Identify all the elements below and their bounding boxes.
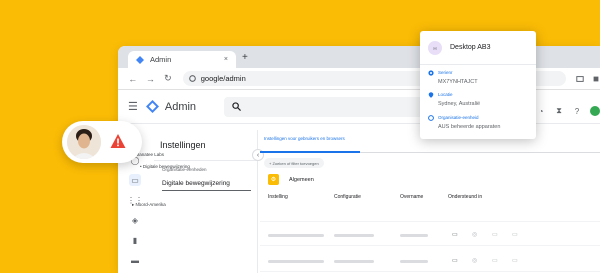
site-info-icon [188,75,196,82]
chrome-icon: ◎ [472,258,478,264]
selected-org-unit[interactable]: Digitale bewegwijzering [162,180,251,191]
user-alert-pill [62,121,142,163]
notifications-icon[interactable]: ◔ [536,106,546,116]
org-unit-label: Organisatie-eenheid [438,115,479,120]
placeholder-bar [334,260,374,263]
tab-title: Admin [150,55,172,64]
serial-icon [428,70,434,76]
warning-icon [110,134,126,148]
back-icon[interactable]: ← [128,74,138,84]
card-divider [420,64,536,65]
main-content: Instellingen voor gebruikers en browsers… [260,130,600,273]
meet-icon: ▭ [512,258,518,264]
tab-user-browser-settings[interactable]: Instellingen voor gebruikers en browsers [264,136,345,141]
serial-value: MX7YNHTAJCT [438,79,478,85]
monitor-icon: ▭ [492,258,498,264]
device-avatar: H [428,41,442,55]
laptop-icon: ▭ [452,232,458,238]
cast-icon[interactable] [576,75,584,83]
org-unit-value: AUS beheerde apparaten [438,124,501,130]
placeholder-bar [268,260,324,263]
filter-chip-label: Zoeken of filter toevoegen [272,160,319,166]
section-title: Algemeen [289,176,314,183]
help-icon[interactable]: ? [572,106,582,116]
toolbar-icons [576,75,600,83]
table-header-row [260,200,600,222]
extensions-icon[interactable] [592,75,600,83]
settings-gear-icon: ⚙ [268,174,279,185]
browser-tab[interactable]: Admin × [128,51,236,68]
location-label: Locatie [438,92,453,97]
pane-title: Instellingen [154,130,257,161]
monitor-icon: ▭ [492,232,498,238]
admin-logo-icon [145,100,159,113]
new-tab-button[interactable]: + [242,52,248,63]
tab-indicator [260,151,360,153]
tree-item[interactable]: ▸ Noord-Amerika [132,202,166,208]
account-avatar-icon[interactable] [590,106,600,116]
table-row[interactable]: ▭ ◎ ▭ ▭ [260,250,600,272]
devices-icon[interactable]: ▭ [129,174,141,186]
location-value: Sydney, Australië [438,101,481,107]
forward-icon[interactable]: → [146,74,156,84]
tree-item[interactable]: • Digitale bewegwijzering [140,164,190,169]
filter-chip[interactable]: + Zoeken of filter toevoegen [264,158,324,168]
chrome-icon: ◎ [472,232,478,238]
section-header: ⚙ Algemeen [268,174,314,185]
serial-label: Serienr [438,70,453,75]
device-title: Desktop AB3 [450,44,491,51]
billing-icon[interactable]: ▬ [129,254,141,266]
address-url: google/admin [200,74,246,83]
device-detail-card: H Desktop AB3 Serienr MX7YNHTAJCT Locati… [420,31,536,139]
person-portrait-icon [67,125,101,159]
header-icons: ◔ ⧗ ? [536,106,600,116]
location-pin-icon [428,92,434,98]
settings-pane: Instellingen Organisatie-eenheden Digita… [154,130,258,273]
timer-icon[interactable]: ⧗ [554,106,564,116]
search-icon [232,102,242,111]
reports-icon[interactable]: ▮ [129,234,141,246]
security-shield-icon[interactable]: ◈ [129,214,141,226]
placeholder-bar [334,234,374,237]
placeholder-bar [268,234,324,237]
meet-icon: ▭ [512,232,518,238]
avatar [67,125,101,159]
close-tab-icon[interactable]: × [224,56,228,63]
admin-title: Admin [164,100,197,113]
org-unit-icon [428,115,434,121]
admin-favicon-icon [136,55,144,64]
laptop-icon: ▭ [452,258,458,264]
reload-icon[interactable]: ↻ [163,73,173,84]
placeholder-bar [400,260,428,263]
table-row[interactable]: ▭ ◎ ▭ ▭ [260,224,600,246]
menu-icon[interactable]: ☰ [128,100,138,113]
placeholder-bar [400,234,428,237]
